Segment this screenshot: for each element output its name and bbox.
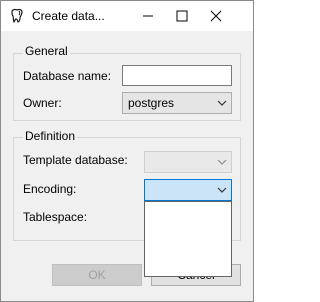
chevron-down-icon bbox=[217, 100, 227, 106]
general-group-title: General bbox=[23, 44, 70, 58]
template-database-label: Template database: bbox=[23, 153, 128, 167]
owner-label: Owner: bbox=[23, 96, 62, 110]
encoding-dropdown-list[interactable] bbox=[144, 201, 232, 277]
close-button[interactable] bbox=[201, 1, 231, 31]
window-title: Create data... bbox=[32, 9, 105, 23]
database-name-input[interactable] bbox=[122, 65, 232, 86]
maximize-button[interactable] bbox=[167, 1, 197, 31]
minimize-button[interactable] bbox=[133, 1, 163, 31]
minimize-icon bbox=[143, 15, 153, 17]
template-database-select[interactable] bbox=[144, 151, 232, 173]
database-name-label: Database name: bbox=[23, 69, 112, 83]
pgadmin-elephant-icon bbox=[9, 8, 25, 24]
close-icon bbox=[210, 10, 222, 22]
owner-select[interactable]: postgres bbox=[122, 92, 232, 114]
chevron-down-icon bbox=[217, 187, 227, 193]
maximize-icon bbox=[176, 10, 188, 22]
ok-button[interactable]: OK bbox=[52, 264, 142, 286]
owner-value: postgres bbox=[128, 96, 175, 110]
definition-group-title: Definition bbox=[23, 129, 78, 143]
encoding-select[interactable] bbox=[144, 179, 232, 201]
create-database-dialog: Create data... General Database name: Ow… bbox=[0, 0, 254, 302]
title-bar[interactable]: Create data... bbox=[1, 1, 253, 31]
encoding-label: Encoding: bbox=[23, 182, 77, 196]
chevron-down-icon bbox=[217, 159, 227, 165]
tablespace-label: Tablespace: bbox=[23, 210, 88, 224]
